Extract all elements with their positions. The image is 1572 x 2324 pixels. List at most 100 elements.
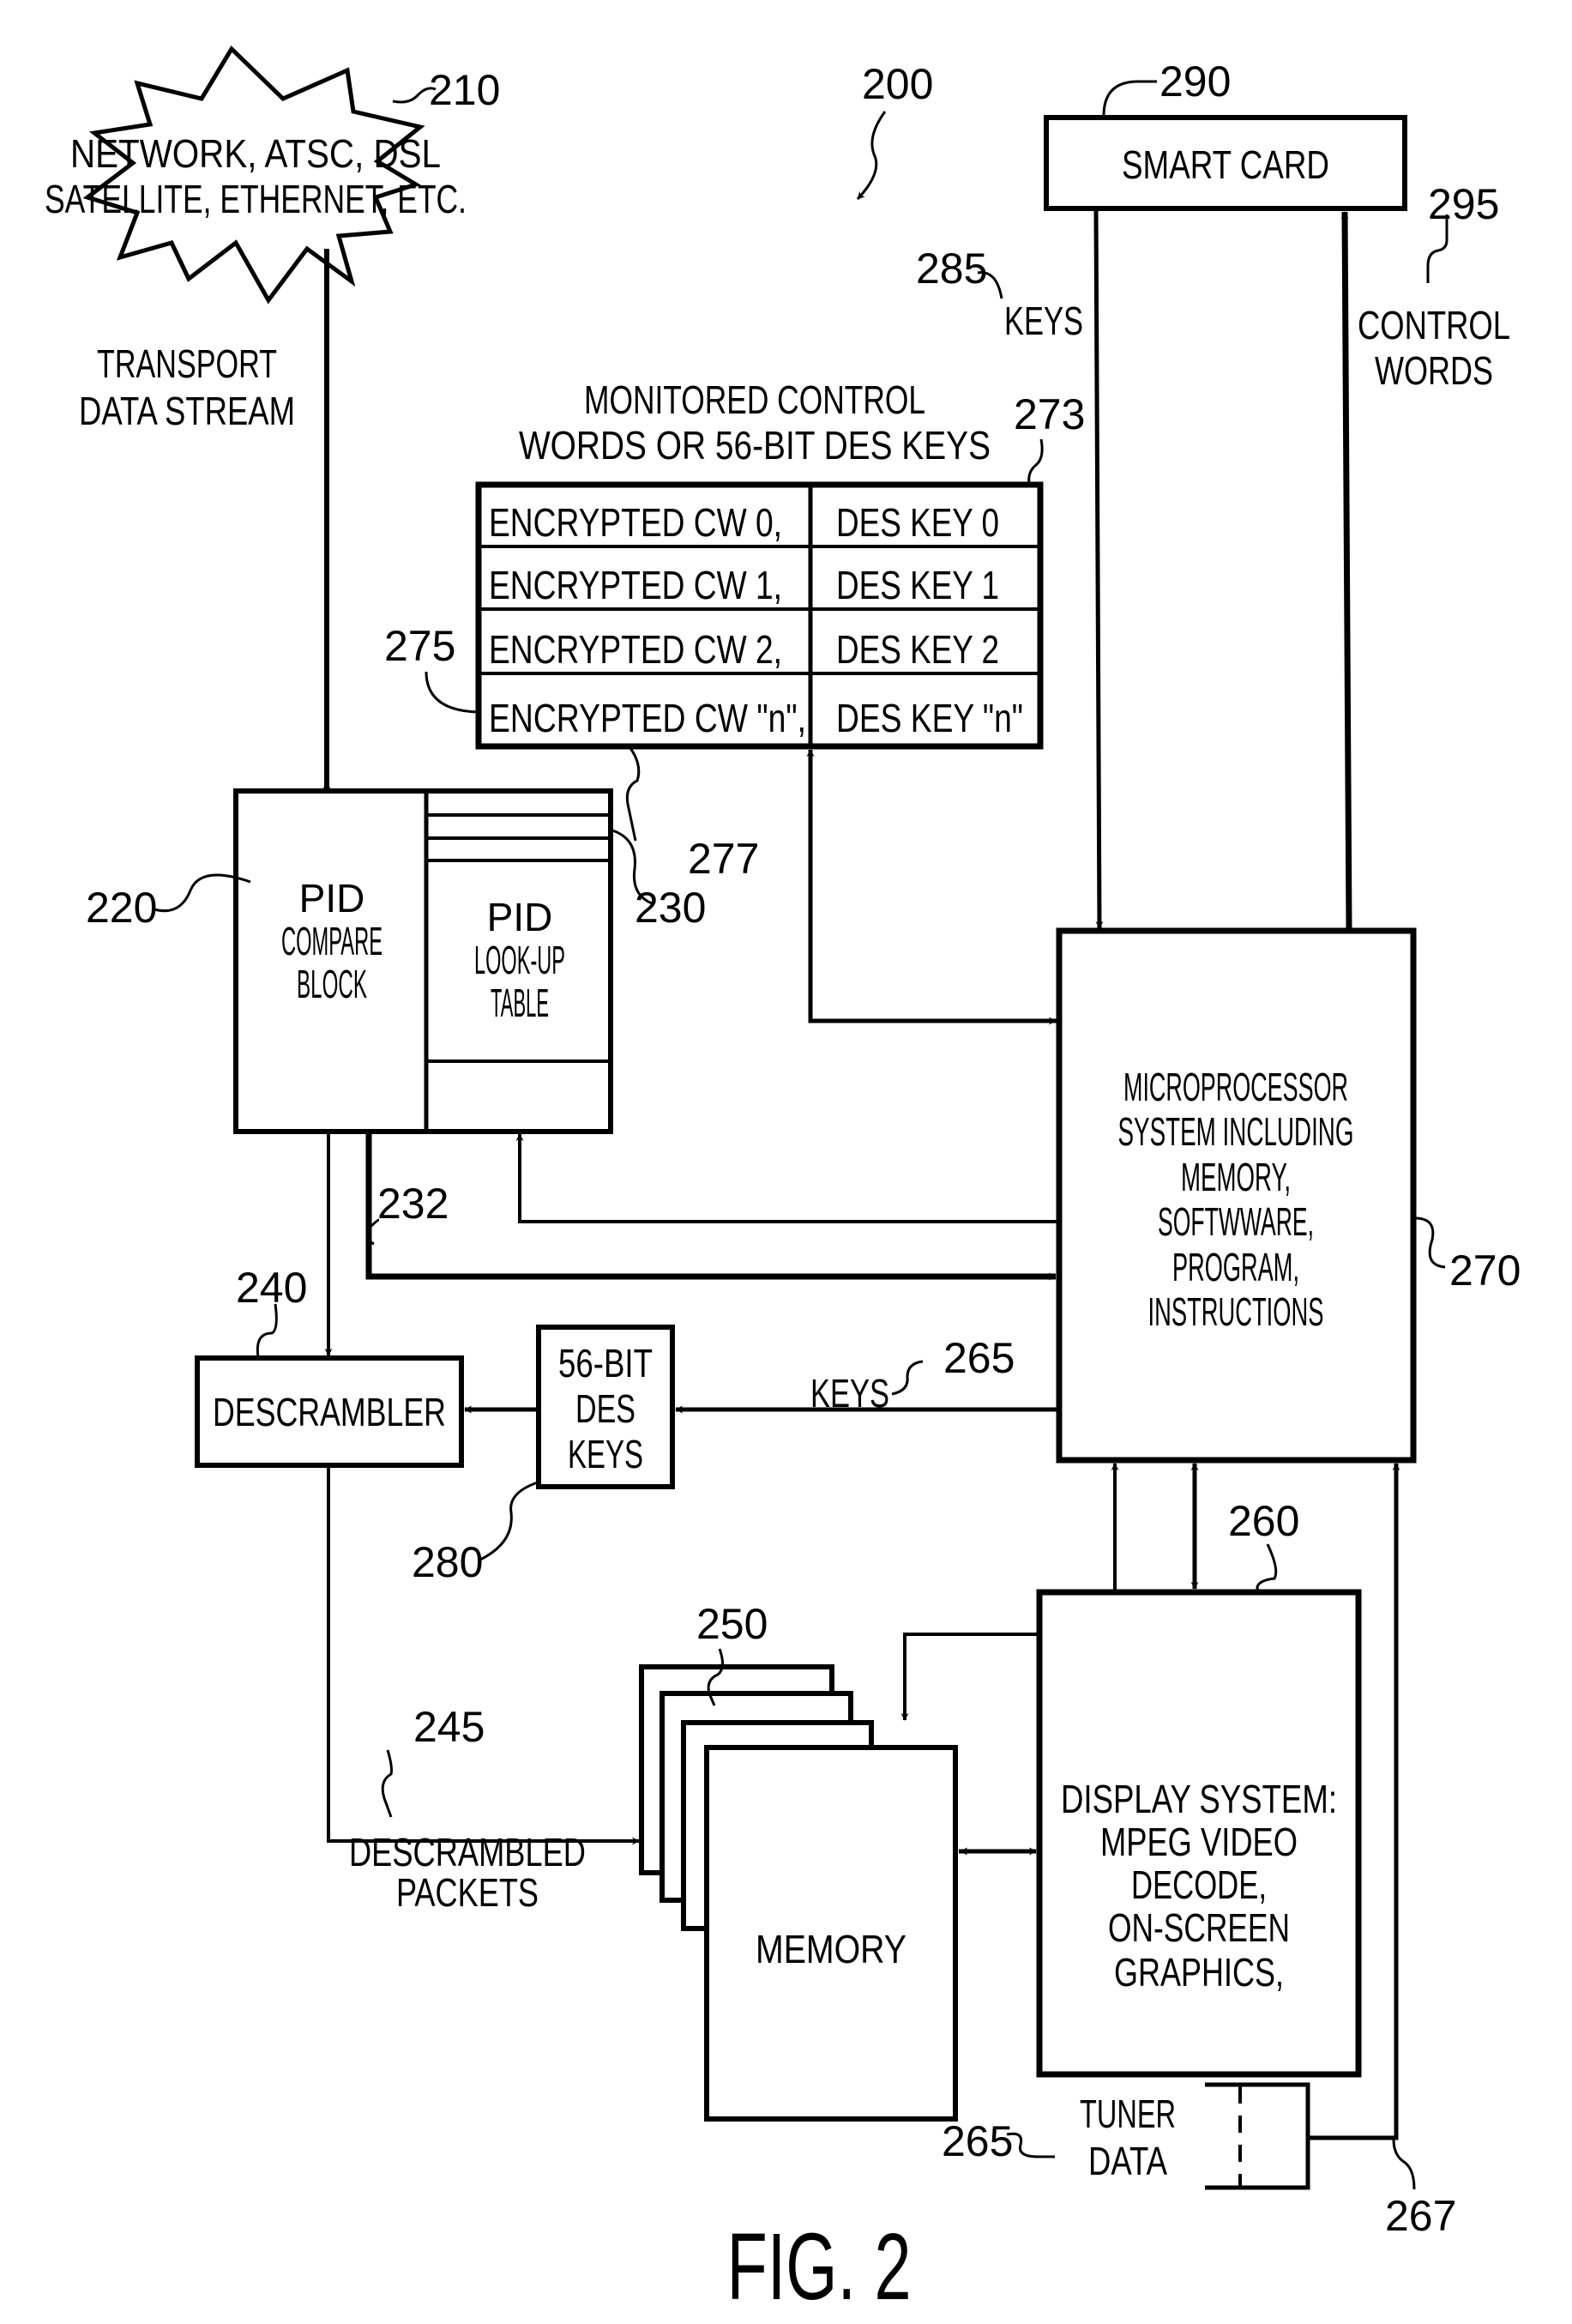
microprocessor-node: MICROPROCESSOR SYSTEM INCLUDING MEMORY, …	[1056, 927, 1417, 1464]
tuner-node: TUNER DATA	[1080, 2082, 1310, 2190]
cw-table-row: ENCRYPTED CW "n", DES KEY "n"	[489, 696, 1023, 740]
ref-270: 270	[1449, 1247, 1521, 1295]
ref-230: 230	[635, 884, 706, 932]
leader-273	[1027, 438, 1044, 485]
tuner-line-2: DATA	[1088, 2139, 1167, 2183]
smart-card-label: SMART CARD	[1122, 142, 1329, 187]
tuner-line-1: TUNER	[1080, 2092, 1176, 2136]
leader-267	[1392, 2139, 1416, 2190]
memory-node: MEMORY	[639, 1664, 958, 2122]
edge-keys-card-to-micro	[1093, 209, 1104, 929]
ref-232: 232	[377, 1180, 449, 1228]
leader-270	[1414, 1216, 1446, 1269]
leader-260	[1256, 1543, 1278, 1594]
keys-label-265: KEYS	[810, 1371, 889, 1416]
micro-line-2: SYSTEM INCLUDING	[1118, 1109, 1354, 1154]
micro-line-1: MICROPROCESSOR	[1123, 1065, 1348, 1109]
pid-lookup-line-2: LOOK-UP	[474, 938, 565, 982]
tuner-box	[1205, 2082, 1310, 2190]
pid-compare-line-2: COMPARE	[281, 919, 382, 963]
block-diagram: NETWORK, ATSC, DSL SATELLITE, ETHERNET, …	[45, 45, 1521, 2320]
control-words-label-2: WORDS	[1375, 348, 1493, 393]
ref-295: 295	[1428, 180, 1499, 228]
smart-card-node: SMART CARD	[1044, 115, 1407, 211]
micro-line-4: SOFTWWARE,	[1158, 1199, 1314, 1244]
leader-280	[479, 1480, 541, 1561]
display-line-1: DISPLAY SYSTEM:	[1061, 1777, 1337, 1821]
ref-265-keys: 265	[943, 1334, 1015, 1382]
pid-compare-line-1: PID	[299, 876, 365, 921]
ref-273: 273	[1014, 390, 1085, 438]
edge-pid-bus	[365, 1134, 1057, 1281]
leader-290	[1102, 80, 1157, 117]
cw-table-row: ENCRYPTED CW 2, DES KEY 2	[489, 627, 999, 672]
cw-cell: ENCRYPTED CW "n",	[489, 696, 806, 740]
cw-table-row: ENCRYPTED CW 1, DES KEY 1	[489, 563, 999, 607]
cw-table-title-1: MONITORED CONTROL	[584, 377, 925, 422]
transport-label-2: DATA STREAM	[79, 389, 295, 433]
key-cell: DES KEY "n"	[836, 696, 1023, 740]
micro-line-5: PROGRAM,	[1172, 1245, 1299, 1289]
key-cell: DES KEY 0	[836, 500, 999, 545]
leader-277	[625, 747, 641, 842]
ref-290: 290	[1159, 57, 1231, 106]
pid-compare-line-3: BLOCK	[297, 962, 367, 1006]
des-keys-line-3: KEYS	[568, 1432, 643, 1476]
ref-245: 245	[413, 1703, 485, 1751]
ref-280: 280	[412, 1538, 483, 1586]
transport-label-1: TRANSPORT	[97, 341, 277, 386]
display-line-4: ON-SCREEN	[1108, 1905, 1290, 1950]
leader-265-keys	[891, 1360, 924, 1396]
ref-275: 275	[384, 622, 455, 670]
des-keys-line-1: 56-BIT	[558, 1341, 653, 1385]
ref-210: 210	[429, 66, 500, 114]
control-words-label-1: CONTROL	[1358, 303, 1510, 347]
descrambler-node: DESCRAMBLER	[195, 1355, 464, 1468]
display-line-2: MPEG VIDEO	[1100, 1820, 1298, 1864]
source-line-1: NETWORK, ATSC, DSL	[70, 131, 441, 176]
pid-block-node: PID COMPARE BLOCK PID LOOK-UP TABLE	[233, 788, 613, 1134]
edge-descrambled-packets	[327, 1467, 640, 1845]
display-line-5: GRAPHICS,	[1114, 1950, 1284, 1995]
cw-cell: ENCRYPTED CW 1,	[489, 563, 782, 607]
descrambler-label: DESCRAMBLER	[213, 1390, 446, 1434]
ref-277: 277	[688, 835, 759, 883]
edge-control-words	[1340, 211, 1352, 929]
source-line-2: SATELLITE, ETHERNET, ETC.	[45, 177, 467, 221]
display-node: DISPLAY SYSTEM: MPEG VIDEO DECODE, ON-SC…	[1036, 1589, 1362, 2078]
cw-cell: ENCRYPTED CW 0,	[489, 500, 782, 545]
leader-265-tuner	[1006, 2132, 1055, 2158]
leader-200	[856, 111, 887, 201]
ref-220: 220	[86, 884, 157, 932]
patent-figure-canvas: NETWORK, ATSC, DSL SATELLITE, ETHERNET, …	[0, 0, 1572, 2324]
ref-240: 240	[236, 1264, 307, 1312]
micro-line-6: INSTRUCTIONS	[1148, 1289, 1324, 1334]
edge-micro-to-lookup	[515, 1133, 1057, 1223]
descrambled-label-2: PACKETS	[396, 1870, 539, 1915]
cw-table-row: ENCRYPTED CW 0, DES KEY 0	[489, 500, 999, 545]
ref-265-tuner: 265	[942, 2117, 1013, 2165]
des-keys-node: 56-BIT DES KEYS	[536, 1325, 675, 1489]
des-keys-line-2: DES	[575, 1386, 635, 1431]
key-cell: DES KEY 1	[836, 563, 999, 607]
cw-table-node: MONITORED CONTROL WORDS OR 56-BIT DES KE…	[475, 377, 1044, 750]
cw-cell: ENCRYPTED CW 2,	[489, 627, 782, 672]
ref-200: 200	[862, 60, 933, 108]
memory-label: MEMORY	[756, 1927, 906, 1971]
ref-285: 285	[916, 244, 987, 293]
ref-250: 250	[696, 1600, 768, 1648]
keys-label-285: KEYS	[1004, 299, 1083, 343]
figure-caption: FIG. 2	[727, 2214, 912, 2320]
ref-267: 267	[1385, 2192, 1456, 2240]
ref-260: 260	[1228, 1497, 1299, 1545]
descrambled-label-1: DESCRAMBLED	[349, 1830, 586, 1874]
key-cell: DES KEY 2	[836, 627, 999, 672]
leader-245	[381, 1749, 393, 1818]
pid-lookup-line-1: PID	[487, 895, 553, 939]
micro-line-3: MEMORY,	[1181, 1155, 1291, 1199]
display-line-3: DECODE,	[1131, 1862, 1267, 1907]
cw-table-title-2: WORDS OR 56-BIT DES KEYS	[519, 423, 991, 468]
leader-240	[256, 1303, 278, 1358]
source-node: NETWORK, ATSC, DSL SATELLITE, ETHERNET, …	[45, 45, 467, 305]
leader-275	[425, 671, 479, 714]
